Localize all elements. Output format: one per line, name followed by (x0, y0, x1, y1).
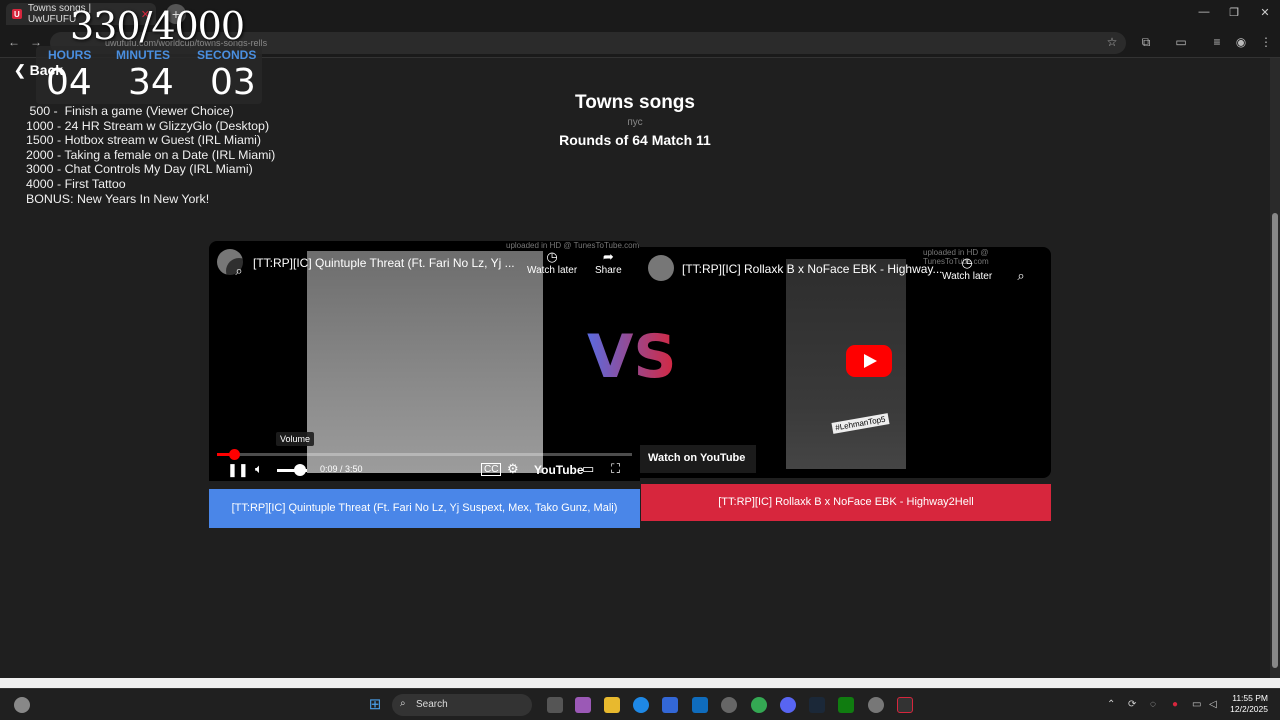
clock-icon: ◷ (546, 249, 558, 264)
countdown-timer: HOURS MINUTES SECONDS 04 34 03 (36, 46, 262, 104)
watch-later-label: Watch later (942, 271, 993, 282)
fullscreen-icon[interactable]: ⛶ (611, 461, 620, 477)
youtube-logo[interactable]: YouTube (534, 463, 584, 477)
tray-chevron-up-icon[interactable]: ⌃ (1107, 699, 1115, 710)
back-arrow-icon[interactable]: ← (6, 35, 22, 49)
speaker-icon[interactable]: ◁ (1209, 699, 1217, 710)
network-icon[interactable]: ◌ (1150, 699, 1156, 710)
goal-counter: 330/4000 (70, 4, 245, 48)
progress-scrubber[interactable] (228, 449, 240, 460)
watch-later-button[interactable]: ◷ Watch later (942, 255, 992, 282)
zoom-icon[interactable]: ⌕ (1008, 263, 1034, 289)
horizontal-scrollbar[interactable] (0, 678, 1280, 688)
watch-on-youtube-button[interactable]: Watch on YouTube (640, 445, 756, 473)
chevron-left-icon: ❮ (14, 62, 30, 78)
clock-date: 12/2/2025 (1230, 704, 1268, 714)
outlook-icon[interactable] (692, 697, 708, 713)
volume-icon[interactable]: 🔈︎ (255, 461, 263, 477)
pause-icon[interactable]: ❚❚ (227, 462, 249, 478)
extensions-icon[interactable]: ⧉ (1138, 35, 1154, 50)
vote-left-button[interactable]: [TT:RP][IC] Quintuple Threat (Ft. Fari N… (209, 489, 640, 528)
goal-list: 500 - Finish a game (Viewer Choice) 1000… (26, 104, 275, 206)
vertical-scrollbar[interactable] (1270, 58, 1280, 678)
minutes-value: 34 (128, 62, 174, 103)
clock-time: 11:55 PM (1232, 693, 1268, 703)
search-label: Search (416, 699, 448, 710)
display-icon[interactable]: ▭ (1192, 699, 1201, 710)
volume-knob[interactable] (294, 464, 306, 476)
close-window-button[interactable]: ✕ (1255, 6, 1275, 19)
hours-label: HOURS (48, 48, 92, 62)
watch-later-button[interactable]: ◷ Watch later (527, 249, 577, 276)
goal-item: 2000 - Taking a female on a Date (IRL Mi… (26, 147, 276, 162)
task-view-icon[interactable] (547, 697, 563, 713)
youtube-logo: YouTube (699, 452, 746, 464)
epic-games-icon[interactable] (897, 697, 913, 713)
video-title[interactable]: [TT:RP][IC] Rollaxk B x NoFace EBK - Hig… (682, 262, 943, 276)
app-icon[interactable] (721, 697, 737, 713)
progress-bar[interactable] (217, 449, 632, 460)
file-explorer-icon[interactable] (604, 697, 620, 713)
watch-later-label: Watch later (527, 265, 578, 276)
goal-item: BONUS: New Years In New York! (26, 191, 210, 206)
goal-item: 1000 - 24 HR Stream w GlizzyGlo (Desktop… (26, 118, 270, 133)
mic-icon[interactable]: ● (1172, 699, 1178, 710)
clock-icon: ◷ (961, 255, 973, 270)
restore-button[interactable]: ❐ (1224, 6, 1244, 19)
seconds-value: 03 (210, 62, 256, 103)
vote-right-button[interactable]: [TT:RP][IC] Rollaxk B x NoFace EBK - Hig… (641, 484, 1051, 521)
left-video-player[interactable]: uploaded in HD @ TunesToTube.com [TT:RP]… (209, 241, 640, 481)
watch-on-label: Watch on (648, 452, 698, 464)
menu-icon[interactable]: ⋮ (1258, 35, 1274, 49)
play-button[interactable] (846, 345, 892, 377)
back-label: Back (29, 62, 64, 78)
goal-item: 500 - Finish a game (Viewer Choice) (26, 104, 234, 118)
site-favicon-icon: U (12, 9, 22, 19)
taskbar-search[interactable]: ⌕ Search (392, 694, 532, 716)
edge-icon[interactable] (633, 697, 649, 713)
store-icon[interactable] (662, 697, 678, 713)
share-arrow-icon: ➦ (602, 249, 614, 264)
widgets-icon[interactable] (14, 697, 30, 713)
share-button[interactable]: ➦ Share (595, 249, 622, 276)
goal-item: 1500 - Hotbox stream w Guest (IRL Miami) (26, 133, 262, 148)
settings-gear-icon[interactable]: ⚙ (507, 461, 519, 477)
search-icon: ⌕ (400, 698, 406, 709)
steam-icon[interactable] (809, 697, 825, 713)
sidebar-icon[interactable]: ▭ (1173, 35, 1189, 49)
taskbar: ⊞ ⌕ Search ⌃ ⟳ ◌ ● ▭ ◁ 11:55 PM 12/2/2025 (0, 688, 1280, 720)
discord-icon[interactable] (780, 697, 796, 713)
volume-tooltip: Volume (276, 432, 315, 446)
xbox-icon[interactable] (838, 697, 854, 713)
media-icon[interactable]: ≡ (1209, 35, 1225, 49)
start-windows-icon[interactable]: ⊞ (367, 697, 383, 713)
zoom-icon[interactable]: ⌕ (226, 258, 252, 284)
copilot-icon[interactable] (575, 697, 591, 713)
video-frame (307, 251, 543, 473)
goal-item: 3000 - Chat Controls My Day (IRL Miami) (26, 162, 253, 177)
captions-icon[interactable]: CC (481, 463, 502, 476)
cast-icon[interactable]: ▭ (582, 461, 594, 477)
settings-gear-icon[interactable] (868, 697, 884, 713)
sync-icon[interactable]: ⟳ (1128, 699, 1136, 710)
profile-icon[interactable]: ◉ (1233, 35, 1249, 49)
chrome-icon[interactable] (751, 697, 767, 713)
minimize-button[interactable]: — (1194, 6, 1214, 18)
right-video-player[interactable]: uploaded in HD @ TunesToTube.com [TT:RP]… (640, 247, 1051, 478)
minutes-label: MINUTES (116, 48, 170, 62)
vs-label: VS (587, 322, 677, 392)
back-button[interactable]: ❮ Back (14, 62, 63, 79)
system-clock[interactable]: 11:55 PM 12/2/2025 (1226, 693, 1268, 715)
channel-avatar[interactable] (648, 255, 674, 281)
goal-item: 4000 - First Tattoo (26, 176, 126, 191)
share-label: Share (595, 265, 622, 276)
time-display: 0:09 / 3:50 (320, 464, 363, 474)
bookmark-star-icon[interactable]: ☆ (1104, 35, 1120, 49)
video-title[interactable]: [TT:RP][IC] Quintuple Threat (Ft. Fari N… (253, 256, 515, 270)
seconds-label: SECONDS (197, 48, 257, 62)
scroll-thumb[interactable] (1272, 213, 1278, 668)
